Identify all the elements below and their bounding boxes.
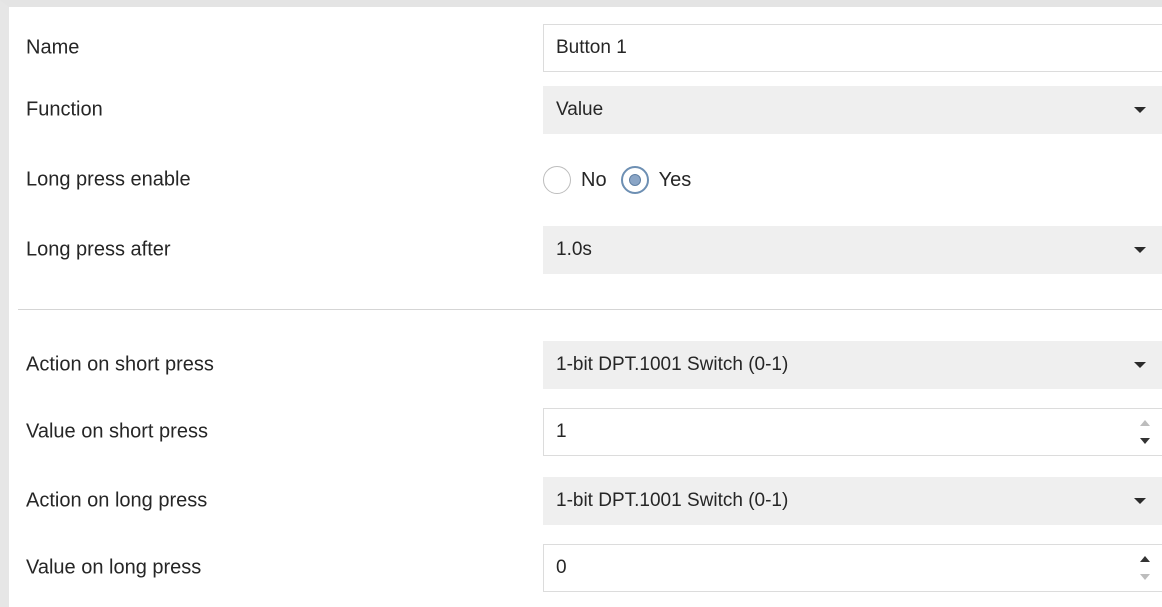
action-short-press-dropdown[interactable]: 1-bit DPT.1001 Switch (0-1) <box>543 341 1162 389</box>
row-value-short-press: Value on short press 1 <box>9 406 1162 458</box>
value-long-press-spinbox[interactable]: 0 <box>543 544 1162 592</box>
radio-option-yes[interactable]: Yes <box>620 166 692 194</box>
function-dropdown[interactable]: Value <box>543 86 1162 134</box>
spin-up-icon[interactable] <box>1140 420 1150 426</box>
row-long-press-enable: Long press enable No Yes <box>9 154 1162 206</box>
radio-icon[interactable] <box>543 166 571 194</box>
row-action-short-press: Action on short press 1-bit DPT.1001 Swi… <box>9 339 1162 391</box>
name-value: Button 1 <box>556 37 627 58</box>
action-short-press-label: Action on short press <box>26 353 214 376</box>
row-name: Name Button 1 <box>9 22 1162 74</box>
section-divider <box>18 309 1162 310</box>
radio-label-yes: Yes <box>658 168 692 191</box>
value-long-press-label: Value on long press <box>26 556 202 579</box>
function-label: Function <box>26 98 103 121</box>
row-long-press-after: Long press after 1.0s <box>9 224 1162 276</box>
value-short-press-label: Value on short press <box>26 420 208 443</box>
action-long-press-value: 1-bit DPT.1001 Switch (0-1) <box>556 490 789 511</box>
long-press-enable-label: Long press enable <box>26 168 191 191</box>
long-press-after-value: 1.0s <box>556 239 592 260</box>
value-short-press-spinbox[interactable]: 1 <box>543 408 1162 456</box>
radio-label-no: No <box>581 168 607 191</box>
chevron-down-icon <box>1134 247 1146 253</box>
name-label: Name <box>26 36 80 59</box>
action-long-press-dropdown[interactable]: 1-bit DPT.1001 Switch (0-1) <box>543 477 1162 525</box>
name-input[interactable]: Button 1 <box>543 24 1162 72</box>
row-function: Function Value <box>9 84 1162 136</box>
chevron-down-icon <box>1134 362 1146 368</box>
radio-option-no[interactable]: No <box>543 166 607 194</box>
function-value: Value <box>556 99 604 120</box>
long-press-after-dropdown[interactable]: 1.0s <box>543 226 1162 274</box>
action-long-press-label: Action on long press <box>26 489 208 512</box>
spin-down-icon[interactable] <box>1140 438 1150 444</box>
long-press-after-label: Long press after <box>26 238 171 261</box>
spin-down-icon[interactable] <box>1140 574 1150 580</box>
radio-selected-icon[interactable] <box>620 166 649 194</box>
value-short-press-value: 1 <box>556 421 567 442</box>
chevron-down-icon <box>1134 107 1146 113</box>
action-short-press-value: 1-bit DPT.1001 Switch (0-1) <box>556 354 789 375</box>
value-long-press-value: 0 <box>556 557 567 578</box>
spinner <box>1138 416 1152 450</box>
row-action-long-press: Action on long press 1-bit DPT.1001 Swit… <box>9 475 1162 527</box>
parameter-panel: Name Button 1 Function Value Long press … <box>0 0 1162 607</box>
chevron-down-icon <box>1134 498 1146 504</box>
long-press-enable-radio-group: No Yes <box>543 158 705 202</box>
row-value-long-press: Value on long press 0 <box>9 542 1162 594</box>
spinner <box>1138 552 1152 586</box>
spin-up-icon[interactable] <box>1140 556 1150 562</box>
